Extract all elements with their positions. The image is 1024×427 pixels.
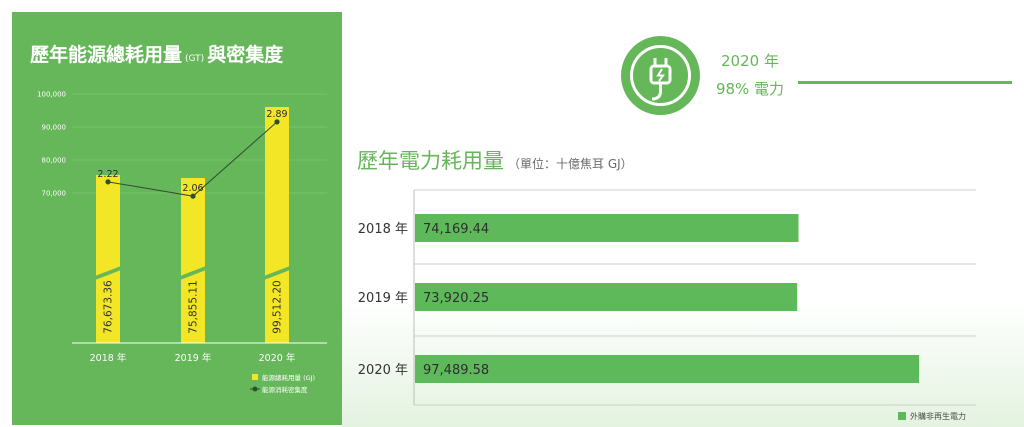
- y-tick-label: 80,000: [42, 157, 67, 165]
- intensity-value-label: 2.06: [182, 183, 203, 194]
- electricity-chart-title: 歷年電力耗用量 （單位：十億焦耳 GJ）: [357, 145, 633, 175]
- energy-value-label: 99,512.20: [272, 280, 284, 333]
- power-plug-icon: [621, 36, 700, 115]
- electricity-bar: [415, 355, 920, 383]
- energy-chart: 100,000 90,000 80,000 70,000 76,673.36 75,85…: [37, 91, 327, 394]
- header-divider: [798, 81, 1012, 84]
- y-tick-label: 2020 年: [358, 363, 408, 378]
- legend-swatch-energy: [252, 374, 258, 380]
- energy-value-label: 75,855.11: [188, 280, 200, 333]
- x-tick-label: 2019 年: [175, 352, 212, 364]
- intensity-point: [190, 193, 196, 199]
- intensity-value-label: 2.89: [266, 109, 287, 120]
- intensity-point: [274, 119, 280, 125]
- electricity-title-unit: （單位：十億焦耳 GJ）: [508, 157, 633, 171]
- x-tick-label: 2020 年: [259, 352, 296, 364]
- legend-label-intensity: 能源消耗密集度: [262, 385, 308, 394]
- y-tick-label: 2019 年: [358, 291, 408, 306]
- badge-year: 2020 年: [721, 52, 779, 70]
- y-tick-label: 70,000: [42, 190, 67, 198]
- legend-label-electricity: 外購非再生電力: [910, 411, 966, 421]
- y-tick-label: 2018 年: [358, 222, 408, 237]
- power-plug-icon-graphic: [630, 45, 691, 106]
- legend-marker-intensity: [252, 386, 258, 392]
- intensity-value-label: 2.22: [97, 169, 118, 180]
- electricity-value-label: 74,169.44: [423, 222, 489, 237]
- electricity-title-main: 歷年電力耗用量: [357, 149, 504, 173]
- electricity-chart: 2018 年 2019 年 2020 年 74,169.44 73,920.25 97,…: [358, 189, 976, 421]
- legend-label-energy: 能源總耗用量 (GJ): [262, 373, 315, 382]
- legend-swatch-electricity: [898, 412, 906, 420]
- electricity-value-label: 97,489.58: [423, 363, 489, 378]
- x-tick-label: 2018 年: [90, 352, 127, 364]
- electricity-value-label: 73,920.25: [423, 291, 489, 306]
- badge-electricity-share: 98% 電力: [715, 80, 785, 98]
- y-tick-label: 90,000: [42, 124, 67, 132]
- energy-value-label: 76,673.36: [103, 280, 115, 334]
- intensity-point: [105, 179, 111, 185]
- y-tick-label: 100,000: [37, 91, 66, 99]
